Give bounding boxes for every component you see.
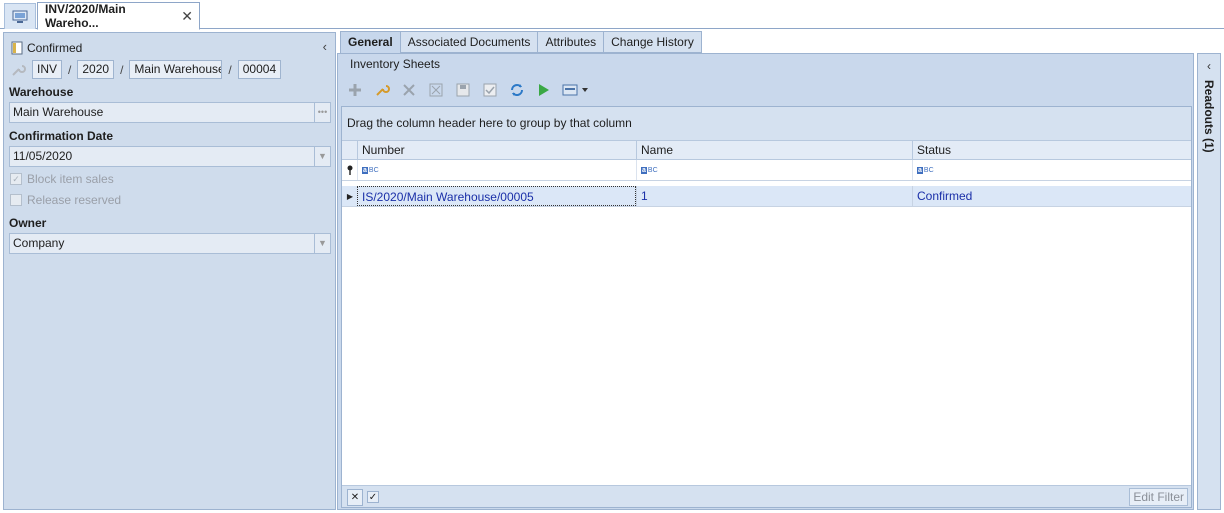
column-header-name[interactable]: Name xyxy=(636,141,912,160)
document-tab[interactable]: INV/2020/Main Wareho... ✕ xyxy=(37,2,200,30)
release-reserved-label: Release reserved xyxy=(27,193,122,207)
number-separator: / xyxy=(228,62,232,77)
number-prefix-field[interactable]: INV xyxy=(32,60,63,79)
expand-readouts-icon[interactable]: ‹ xyxy=(1198,59,1220,73)
inventory-sheets-title: Inventory Sheets xyxy=(350,57,441,71)
home-tab[interactable] xyxy=(4,3,36,29)
chevron-down-icon[interactable]: ▼ xyxy=(314,147,330,166)
column-header-status[interactable]: Status xyxy=(912,141,1191,160)
tab-change-history[interactable]: Change History xyxy=(604,31,702,53)
grid-footer: ✕ ✓ Edit Filter xyxy=(342,485,1191,507)
cancel-document-icon[interactable] xyxy=(427,81,445,99)
tab-general[interactable]: General xyxy=(340,31,401,54)
detail-tabs: General Associated Documents Attributes … xyxy=(340,31,702,54)
wrench-icon[interactable] xyxy=(10,62,26,78)
ellipsis-button[interactable]: ••• xyxy=(314,103,330,122)
block-item-sales-checkbox[interactable]: ✓ Block item sales xyxy=(10,172,114,186)
number-separator: / xyxy=(120,62,124,77)
row-indicator-icon: ▶ xyxy=(346,191,354,201)
checkbox-unchecked-icon xyxy=(10,194,22,206)
confirmation-date-field[interactable]: 11/05/2020 ▼ xyxy=(9,146,331,167)
document-icon xyxy=(11,41,23,55)
group-panel-hint: Drag the column header here to group by … xyxy=(342,107,1191,140)
warehouse-label: Warehouse xyxy=(9,85,74,99)
wrench-icon[interactable] xyxy=(373,81,391,99)
filter-enabled-checkbox[interactable]: ✓ xyxy=(367,491,379,503)
header-panel: Confirmed ‹ INV / 2020 / Main Warehouse … xyxy=(3,32,336,510)
status-text: Confirmed xyxy=(27,41,83,55)
delete-icon[interactable] xyxy=(400,81,418,99)
filter-pin-icon xyxy=(342,160,358,180)
number-warehouse-field[interactable]: Main Warehouse xyxy=(129,60,223,79)
owner-value: Company xyxy=(13,236,65,250)
collapse-left-icon[interactable]: ‹ xyxy=(323,39,327,54)
block-item-sales-label: Block item sales xyxy=(27,172,114,186)
filter-cell-number[interactable]: a BC xyxy=(357,160,636,180)
text-filter-icon: a xyxy=(641,166,647,174)
chevron-down-icon[interactable]: ▼ xyxy=(314,234,330,253)
tab-associated-documents[interactable]: Associated Documents xyxy=(400,31,539,53)
grid-header: Number Name Status xyxy=(342,140,1191,160)
filter-row: a BC a BC a BC xyxy=(342,160,1191,181)
row-cell-status[interactable]: Confirmed xyxy=(912,186,1191,206)
readouts-panel[interactable]: ‹ Readouts (1) xyxy=(1197,53,1221,510)
checkbox-checked-icon: ✓ xyxy=(10,173,22,185)
owner-field[interactable]: Company ▼ xyxy=(9,233,331,254)
row-cell-name[interactable]: 1 xyxy=(636,186,912,206)
release-reserved-checkbox[interactable]: Release reserved xyxy=(10,193,121,207)
approve-icon[interactable] xyxy=(481,81,499,99)
plus-icon[interactable] xyxy=(346,81,364,99)
text-filter-icon: a xyxy=(362,166,368,174)
row-cell-number[interactable]: IS/2020/Main Warehouse/00005 xyxy=(357,186,636,206)
tab-attributes[interactable]: Attributes xyxy=(538,31,605,53)
readouts-label[interactable]: Readouts (1) xyxy=(1202,80,1216,153)
document-number-row: INV / 2020 / Main Warehouse / 00004 xyxy=(10,60,282,79)
owner-label: Owner xyxy=(9,216,47,230)
toolbar xyxy=(346,80,590,100)
clear-filter-icon[interactable]: ✕ xyxy=(347,489,363,506)
edit-filter-button[interactable]: Edit Filter xyxy=(1129,488,1188,506)
number-separator: / xyxy=(68,62,72,77)
document-tabstrip: INV/2020/Main Wareho... ✕ xyxy=(0,0,1224,30)
column-header-number[interactable]: Number xyxy=(357,141,636,160)
warehouse-value: Main Warehouse xyxy=(13,105,104,119)
number-year-field[interactable]: 2020 xyxy=(77,60,115,79)
warehouse-field[interactable]: Main Warehouse ••• xyxy=(9,102,331,123)
confirmation-date-label: Confirmation Date xyxy=(9,129,114,143)
number-seq-field[interactable]: 00004 xyxy=(237,60,282,79)
monitor-icon xyxy=(12,10,28,23)
filter-cell-status[interactable]: a BC xyxy=(912,160,1191,180)
document-tab-title: INV/2020/Main Wareho... xyxy=(45,2,126,30)
refresh-icon[interactable] xyxy=(508,81,526,99)
text-filter-icon: a xyxy=(917,166,923,174)
close-icon[interactable]: ✕ xyxy=(181,8,193,25)
status-line: Confirmed xyxy=(10,41,82,55)
save-icon[interactable] xyxy=(454,81,472,99)
table-row[interactable]: ▶ IS/2020/Main Warehouse/00005 1 Confirm… xyxy=(342,186,1191,207)
general-tab-content: Inventory Sheets Drag the column header … xyxy=(337,53,1194,510)
print-dropdown-icon[interactable] xyxy=(562,81,590,99)
play-icon[interactable] xyxy=(535,81,553,99)
filter-cell-name[interactable]: a BC xyxy=(636,160,912,180)
confirmation-date-value: 11/05/2020 xyxy=(13,149,73,163)
inventory-sheets-grid: Drag the column header here to group by … xyxy=(341,106,1192,508)
